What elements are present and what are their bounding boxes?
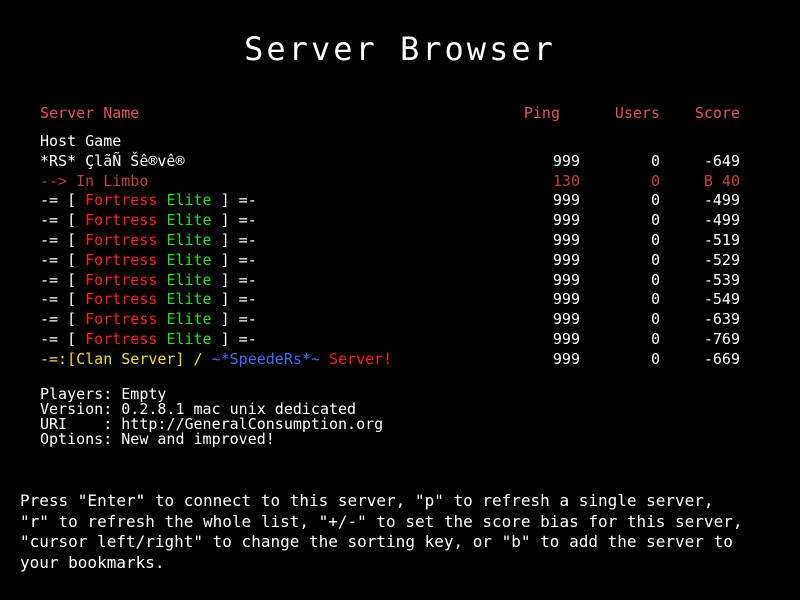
details-options: Options: New and improved! xyxy=(40,430,275,448)
server-users: 0 xyxy=(650,250,660,269)
server-score: -499 xyxy=(703,211,740,230)
server-name: -= [ Fortress Elite ] =- xyxy=(40,191,257,210)
server-details: Players: Empty Version: 0.2.8.1 mac unix… xyxy=(40,387,383,447)
help-text: Press "Enter" to connect to this server,… xyxy=(20,491,743,572)
server-ping: 999 xyxy=(552,310,580,329)
server-users: 0 xyxy=(650,329,660,348)
server-score: B 40 xyxy=(703,171,740,190)
server-row[interactable]: -= [ Fortress Elite ] =- 999 0 -639 xyxy=(40,310,740,330)
server-ping: 999 xyxy=(552,270,580,289)
server-ping: 999 xyxy=(552,230,580,249)
server-name: -= [ Fortress Elite ] =- xyxy=(40,250,257,269)
server-score: -669 xyxy=(703,349,740,368)
server-ping: 999 xyxy=(552,349,580,368)
server-score: -549 xyxy=(703,290,740,309)
server-row[interactable]: *RS* ÇlãÑ Šê®vê® 999 0 -649 xyxy=(40,152,740,172)
server-name: Host Game xyxy=(40,132,122,150)
server-row[interactable]: -= [ Fortress Elite ] =- 999 0 -769 xyxy=(40,330,740,350)
server-score: -499 xyxy=(703,191,740,210)
page-title: Server Browser xyxy=(244,30,556,68)
column-header-ping[interactable]: Ping xyxy=(480,103,560,123)
server-name: -= [ Fortress Elite ] =- xyxy=(40,290,257,309)
server-ping: 999 xyxy=(552,250,580,269)
server-ping: 999 xyxy=(552,211,580,230)
server-row[interactable]: -= [ Fortress Elite ] =- 999 0 -499 xyxy=(40,191,740,211)
server-users: 0 xyxy=(650,230,660,249)
server-ping: 130 xyxy=(552,171,580,190)
server-score: -529 xyxy=(703,250,740,269)
server-name: -= [ Fortress Elite ] =- xyxy=(40,329,257,348)
server-users: 0 xyxy=(650,310,660,329)
server-name: -=:[Clan Server] / ~*SpeedeRs*~ Server! xyxy=(40,349,393,368)
server-row[interactable]: -= [ Fortress Elite ] =- 999 0 -539 xyxy=(40,271,740,291)
server-users: 0 xyxy=(650,290,660,309)
server-users: 0 xyxy=(650,270,660,289)
server-ping: 999 xyxy=(552,151,580,170)
server-list: Server Name Ping Users Score Host Game *… xyxy=(40,103,740,370)
server-row-limbo[interactable]: --> In Limbo 130 0 B 40 xyxy=(40,172,740,192)
server-score: -519 xyxy=(703,230,740,249)
server-name: -= [ Fortress Elite ] =- xyxy=(40,270,257,289)
column-header-score[interactable]: Score xyxy=(660,103,740,123)
server-ping: 999 xyxy=(552,191,580,210)
column-header-name[interactable]: Server Name xyxy=(40,103,139,123)
server-row[interactable]: -= [ Fortress Elite ] =- 999 0 -529 xyxy=(40,251,740,271)
server-ping: 999 xyxy=(552,329,580,348)
server-name: -= [ Fortress Elite ] =- xyxy=(40,211,257,230)
server-score: -639 xyxy=(703,310,740,329)
server-ping: 999 xyxy=(552,290,580,309)
server-users: 0 xyxy=(650,191,660,210)
server-name: --> In Limbo xyxy=(40,171,149,190)
server-users: 0 xyxy=(650,349,660,368)
column-header-row: Server Name Ping Users Score xyxy=(40,103,740,132)
server-score: -649 xyxy=(703,151,740,170)
server-row[interactable]: -= [ Fortress Elite ] =- 999 0 -499 xyxy=(40,211,740,231)
server-score: -769 xyxy=(703,329,740,348)
server-row[interactable]: -= [ Fortress Elite ] =- 999 0 -519 xyxy=(40,231,740,251)
server-users: 0 xyxy=(650,211,660,230)
server-score: -539 xyxy=(703,270,740,289)
server-users: 0 xyxy=(650,171,660,190)
server-row-clan[interactable]: -=:[Clan Server] / ~*SpeedeRs*~ Server! … xyxy=(40,350,740,370)
server-name: -= [ Fortress Elite ] =- xyxy=(40,310,257,329)
server-users: 0 xyxy=(650,151,660,170)
host-game-row[interactable]: Host Game xyxy=(40,132,740,152)
server-name: -= [ Fortress Elite ] =- xyxy=(40,230,257,249)
column-header-users[interactable]: Users xyxy=(580,103,660,123)
server-row[interactable]: -= [ Fortress Elite ] =- 999 0 -549 xyxy=(40,290,740,310)
server-name: *RS* ÇlãÑ Šê®vê® xyxy=(40,151,185,170)
